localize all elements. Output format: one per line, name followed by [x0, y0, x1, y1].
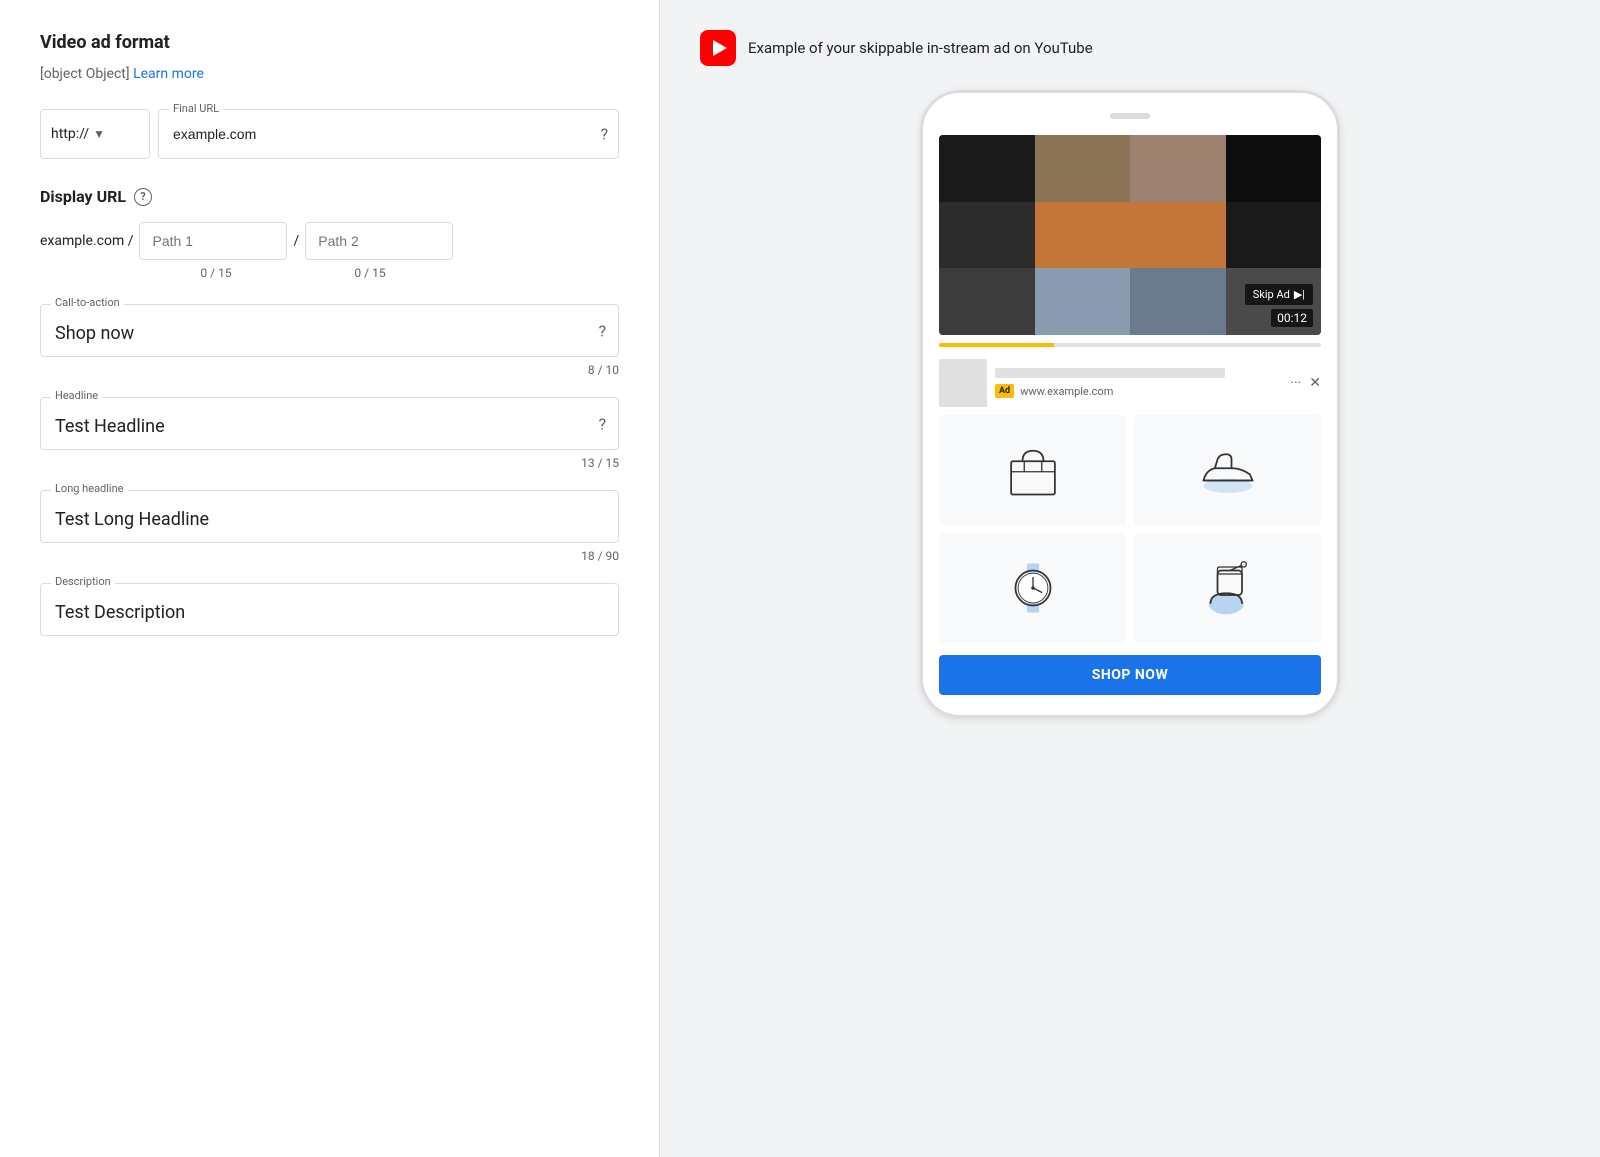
product-card-bag — [939, 415, 1126, 525]
ad-actions: ··· ✕ — [1290, 375, 1321, 391]
video-color-cell — [1130, 135, 1226, 202]
video-color-cell — [1130, 268, 1226, 335]
cta-label: Call-to-action — [51, 296, 124, 309]
shop-now-button[interactable]: SHOP NOW — [939, 655, 1321, 695]
phone-speaker — [1110, 113, 1150, 119]
headline-counter: 13 / 15 — [40, 456, 619, 470]
section-title: Video ad format — [40, 32, 619, 53]
path1-wrapper — [139, 222, 287, 260]
video-color-cell — [1035, 135, 1131, 202]
video-timer: 00:12 — [1271, 309, 1313, 327]
ad-title-placeholder — [995, 368, 1225, 378]
final-url-input[interactable] — [173, 126, 582, 142]
skip-arrow-icon: ▶| — [1294, 288, 1305, 301]
cta-input[interactable] — [55, 323, 578, 344]
help-icon[interactable]: ? — [600, 125, 608, 144]
path-counters-row: 0 / 15 0 / 15 — [142, 266, 619, 280]
final-url-label: Final URL — [169, 102, 223, 115]
youtube-header: Example of your skippable in-stream ad o… — [700, 30, 1560, 66]
path2-counter: 0 / 15 — [296, 266, 444, 280]
display-url-section: Display URL ? example.com / / 0 / 15 0 /… — [40, 187, 619, 280]
display-url-help-icon[interactable]: ? — [134, 188, 152, 206]
ad-url: www.example.com — [1020, 385, 1113, 398]
display-url-label: Display URL ? — [40, 187, 619, 206]
product-card-watch — [939, 533, 1126, 643]
video-color-cell — [1130, 202, 1226, 269]
video-color-grid — [939, 135, 1321, 335]
video-area: Skip Ad ▶| 00:12 — [939, 135, 1321, 335]
progress-bar — [939, 343, 1321, 347]
path-row: example.com / / — [40, 222, 619, 260]
ad-thumbnail — [939, 359, 987, 407]
long-headline-field-wrapper: Long headline — [40, 490, 619, 543]
path1-counter: 0 / 15 — [142, 266, 290, 280]
section-desc: [object Object] Learn more — [40, 63, 619, 85]
ad-badge: Ad — [995, 384, 1014, 398]
path-separator: / — [293, 233, 299, 249]
headline-input[interactable] — [55, 416, 578, 437]
path2-input[interactable] — [305, 222, 453, 260]
learn-more-link[interactable]: Learn more — [133, 66, 204, 82]
video-color-cell — [1226, 202, 1322, 269]
path1-input[interactable] — [139, 222, 287, 260]
video-color-cell — [1035, 202, 1131, 269]
right-panel: Example of your skippable in-stream ad o… — [660, 0, 1600, 1157]
cta-counter: 8 / 10 — [40, 363, 619, 377]
cta-field-wrapper: Call-to-action ? — [40, 304, 619, 357]
headline-label: Headline — [51, 389, 102, 402]
shoe-icon — [1193, 435, 1263, 505]
video-color-cell — [939, 202, 1035, 269]
video-color-cell — [1035, 268, 1131, 335]
long-headline-input[interactable] — [55, 509, 578, 530]
path-base: example.com / — [40, 233, 133, 249]
phone-mockup: Skip Ad ▶| 00:12 Ad www.example.com ··· … — [920, 90, 1340, 718]
protocol-select[interactable]: http:// ▼ — [40, 109, 150, 159]
video-color-cell — [1226, 135, 1322, 202]
bag-icon — [998, 435, 1068, 505]
close-icon[interactable]: ✕ — [1309, 375, 1321, 391]
progress-fill — [939, 343, 1054, 347]
long-headline-label: Long headline — [51, 482, 128, 495]
cta-help-icon[interactable]: ? — [598, 321, 606, 340]
final-url-wrapper: Final URL ? — [158, 109, 619, 159]
video-color-cell — [939, 135, 1035, 202]
youtube-icon — [700, 30, 736, 66]
watch-icon — [998, 553, 1068, 623]
youtube-label: Example of your skippable in-stream ad o… — [748, 39, 1093, 57]
skip-ad-button[interactable]: Skip Ad ▶| — [1245, 284, 1313, 305]
mixer-icon — [1193, 553, 1263, 623]
path2-wrapper — [305, 222, 453, 260]
headline-help-icon[interactable]: ? — [598, 414, 606, 433]
video-color-cell — [939, 268, 1035, 335]
url-row: http:// ▼ Final URL ? — [40, 109, 619, 159]
more-options-icon[interactable]: ··· — [1290, 375, 1301, 391]
ad-info-row: Ad www.example.com ··· ✕ — [939, 355, 1321, 415]
long-headline-counter: 18 / 90 — [40, 549, 619, 563]
headline-field-wrapper: Headline ? — [40, 397, 619, 450]
description-label: Description — [51, 575, 115, 588]
products-grid — [939, 415, 1321, 643]
ad-badge-row: Ad www.example.com — [995, 384, 1282, 398]
description-input[interactable] — [55, 602, 578, 623]
description-field-wrapper: Description — [40, 583, 619, 636]
chevron-down-icon: ▼ — [93, 127, 105, 141]
left-panel: Video ad format [object Object] Learn mo… — [0, 0, 660, 1157]
product-card-shoe — [1134, 415, 1321, 525]
product-card-mixer — [1134, 533, 1321, 643]
ad-details: Ad www.example.com — [995, 368, 1282, 398]
